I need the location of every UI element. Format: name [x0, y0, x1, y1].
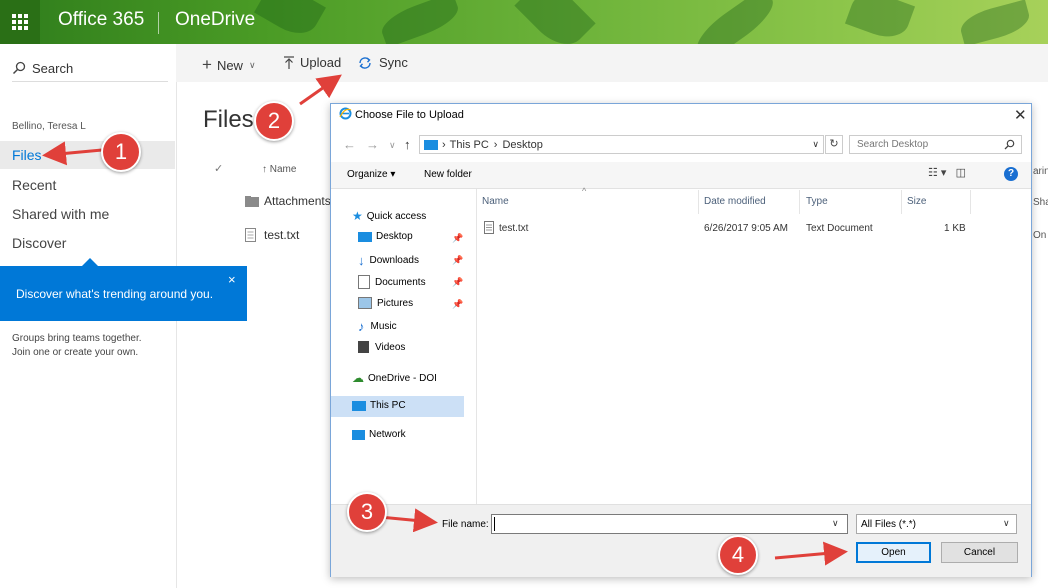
arrow-2	[299, 74, 342, 106]
arrow-3	[379, 508, 438, 533]
arrow-1	[42, 141, 103, 166]
arrow-4	[774, 541, 848, 566]
step-badge-3: 3	[347, 492, 387, 532]
step-badge-2: 2	[254, 101, 294, 141]
step-badge-4: 4	[718, 535, 758, 575]
annotation-arrows	[42, 74, 848, 566]
step-badge-1: 1	[101, 132, 141, 172]
